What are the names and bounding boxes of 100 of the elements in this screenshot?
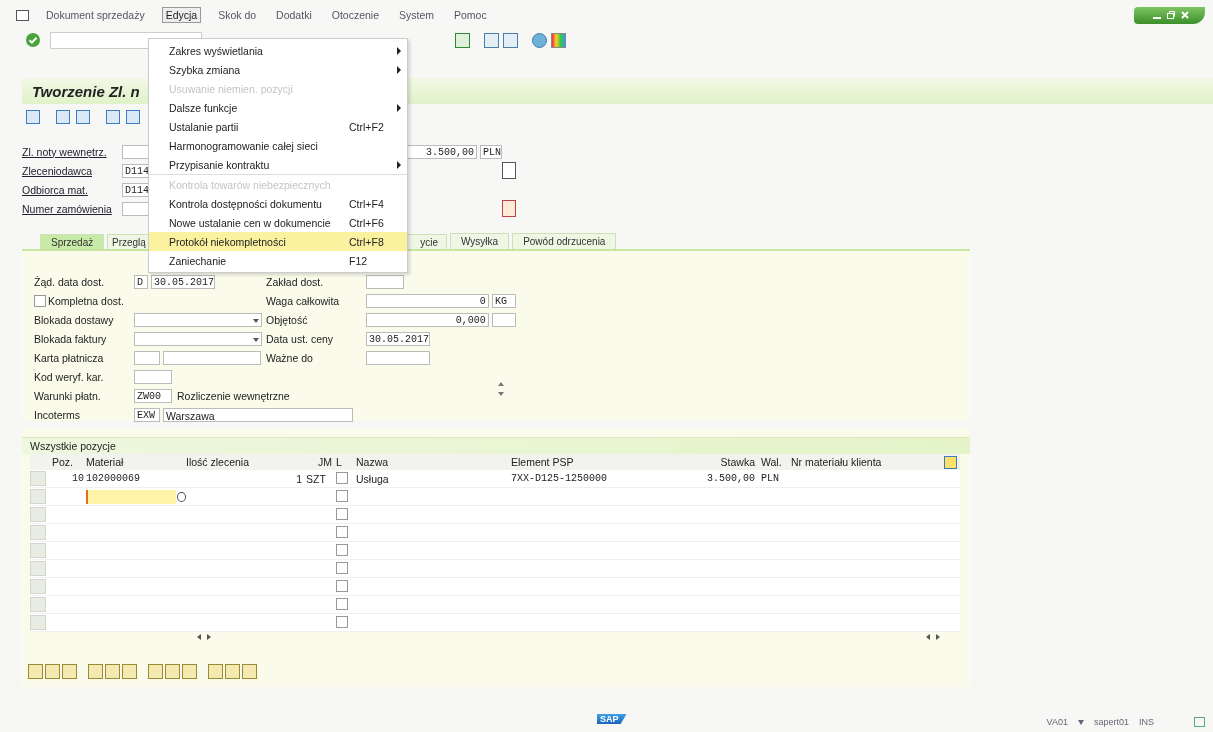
table-cell: 10 bbox=[72, 473, 84, 484]
toolbar-icon[interactable] bbox=[122, 664, 137, 679]
toolbar-icon[interactable] bbox=[182, 664, 197, 679]
menu-item[interactable]: Dodatki bbox=[273, 8, 315, 22]
checkbox[interactable] bbox=[336, 615, 348, 628]
menu-item[interactable]: Pomoc bbox=[451, 8, 490, 22]
toolbar-icon[interactable] bbox=[126, 110, 140, 124]
toolbar-icon[interactable] bbox=[62, 664, 77, 679]
field-label: Żąd. data dost. bbox=[34, 275, 106, 288]
menu-item[interactable]: Dokument sprzedaży bbox=[43, 8, 148, 22]
close-icon[interactable] bbox=[1180, 9, 1191, 21]
field-label[interactable]: Numer zamówienia bbox=[22, 202, 119, 215]
field-label: Incoterms bbox=[34, 408, 82, 421]
scroll-arrows-icon[interactable] bbox=[197, 634, 211, 640]
date-field[interactable]: 30.05.2017 bbox=[151, 274, 215, 289]
column-header[interactable]: Nazwa bbox=[356, 456, 511, 468]
toolbar-icon[interactable] bbox=[208, 664, 223, 679]
toolbar-icon[interactable] bbox=[165, 664, 180, 679]
date-field[interactable]: 30.05.2017 bbox=[366, 331, 430, 346]
toolbar-icon[interactable] bbox=[106, 110, 120, 124]
menu-item[interactable]: Protokół niekompletności Ctrl+F8 bbox=[149, 232, 407, 251]
column-header[interactable]: Ilość zlecenia bbox=[186, 456, 306, 468]
material-input[interactable] bbox=[86, 489, 177, 504]
toolbar-icon[interactable] bbox=[105, 664, 120, 679]
toolbar-icon[interactable] bbox=[45, 664, 60, 679]
checkbox[interactable] bbox=[34, 294, 46, 307]
input-field[interactable]: D bbox=[134, 274, 148, 289]
checkbox[interactable] bbox=[336, 597, 348, 610]
checkbox[interactable] bbox=[336, 525, 348, 538]
checkbox[interactable] bbox=[336, 543, 348, 556]
column-header[interactable]: JM bbox=[306, 456, 336, 468]
submenu-arrow-icon bbox=[397, 104, 401, 112]
toolbar-icon[interactable] bbox=[26, 110, 40, 124]
menu-item[interactable]: Nowe ustalanie cen w dokumencie Ctrl+F6 bbox=[149, 213, 407, 232]
scroll-arrows-icon[interactable] bbox=[926, 634, 940, 640]
field-label[interactable]: Zleceniodawca bbox=[22, 164, 119, 177]
date-field[interactable] bbox=[366, 350, 430, 365]
checkbox[interactable] bbox=[336, 489, 348, 502]
field-label: Karta płatnicza bbox=[34, 351, 105, 364]
toolbar-icon[interactable] bbox=[88, 664, 103, 679]
volume-field: 0,000 bbox=[366, 312, 489, 327]
menu-item[interactable]: Przypisanie kontraktu bbox=[149, 155, 407, 174]
edit-document-icon[interactable] bbox=[502, 200, 516, 217]
field-label[interactable]: Zl. noty wewnętrz. bbox=[22, 145, 119, 158]
toolbar-icon[interactable] bbox=[28, 664, 43, 679]
input-field[interactable]: ZW00 bbox=[134, 388, 172, 403]
scroll-arrows-icon[interactable] bbox=[498, 381, 504, 397]
input-field[interactable]: Warszawa bbox=[163, 407, 353, 422]
table-title: Wszystkie pozycje bbox=[22, 437, 970, 454]
field-label: Objętość bbox=[266, 313, 309, 326]
help-icon[interactable] bbox=[532, 32, 547, 48]
checkbox[interactable] bbox=[336, 579, 348, 592]
checkbox[interactable] bbox=[336, 561, 348, 574]
input-field[interactable] bbox=[366, 274, 404, 289]
menu-icon[interactable] bbox=[16, 9, 29, 21]
lock-icon[interactable] bbox=[1194, 717, 1205, 727]
toolbar-icon[interactable] bbox=[242, 664, 257, 679]
tab[interactable]: Sprzedaż bbox=[40, 234, 104, 249]
input-field[interactable] bbox=[163, 350, 261, 365]
dropdown-arrow-icon[interactable] bbox=[1077, 719, 1084, 725]
menu-item[interactable]: Otoczenie bbox=[328, 8, 382, 22]
column-header[interactable]: Nr materiału klienta bbox=[791, 456, 944, 468]
column-header[interactable]: Materiał bbox=[86, 456, 186, 468]
check-icon[interactable] bbox=[26, 33, 40, 47]
column-header[interactable]: Wal. bbox=[761, 456, 791, 468]
dropdown[interactable] bbox=[134, 312, 262, 327]
menu-item[interactable]: Zakres wyświetlania bbox=[149, 41, 407, 60]
restore-icon[interactable] bbox=[1166, 9, 1177, 21]
column-header[interactable]: Element PSP bbox=[511, 456, 661, 468]
menu-item[interactable]: Ustalanie partii Ctrl+F2 bbox=[149, 117, 407, 136]
toolbar-icon[interactable] bbox=[225, 664, 240, 679]
menu-item[interactable]: Szybka zmiana bbox=[149, 60, 407, 79]
field-text: Rozliczenie wewnętrzne bbox=[176, 389, 290, 402]
field-label[interactable]: Odbiorca mat. bbox=[22, 183, 119, 196]
tab[interactable]: Powód odrzucenia bbox=[512, 233, 617, 249]
table-cell: 1 bbox=[296, 472, 302, 485]
input-field[interactable] bbox=[134, 369, 172, 384]
tab[interactable]: Wysyłka bbox=[450, 233, 510, 249]
column-header[interactable]: Stawka bbox=[661, 456, 761, 468]
menu-item[interactable]: Harmonogramowanie całej sieci bbox=[149, 136, 407, 155]
column-header[interactable]: Poz. bbox=[46, 456, 86, 468]
input-field[interactable] bbox=[134, 350, 160, 365]
menu-item[interactable]: System bbox=[396, 8, 437, 22]
menu-item[interactable]: Skok do bbox=[215, 8, 260, 22]
menu-item[interactable]: Dalsze funkcje bbox=[149, 98, 407, 117]
menu-item[interactable]: Zaniechanie F12 bbox=[149, 251, 407, 270]
dropdown[interactable] bbox=[134, 331, 262, 346]
transaction-code[interactable]: VA01 bbox=[1046, 717, 1068, 727]
toolbar-icon[interactable] bbox=[56, 110, 70, 124]
checkbox[interactable] bbox=[336, 507, 348, 520]
input-field[interactable]: EXW bbox=[134, 407, 160, 422]
menu-item[interactable]: Edycja bbox=[161, 7, 202, 23]
server-name: sapert01 bbox=[1093, 717, 1129, 727]
column-header[interactable]: L bbox=[336, 456, 356, 468]
menu-item[interactable]: Kontrola dostępności dokumentu Ctrl+F4 bbox=[149, 194, 407, 213]
submenu-arrow-icon bbox=[397, 66, 401, 74]
table-settings-icon[interactable] bbox=[944, 455, 957, 469]
table-cell: 7XX-D125-1250000 bbox=[511, 473, 607, 484]
toolbar-icon[interactable] bbox=[148, 664, 163, 679]
checkbox[interactable] bbox=[336, 471, 348, 484]
